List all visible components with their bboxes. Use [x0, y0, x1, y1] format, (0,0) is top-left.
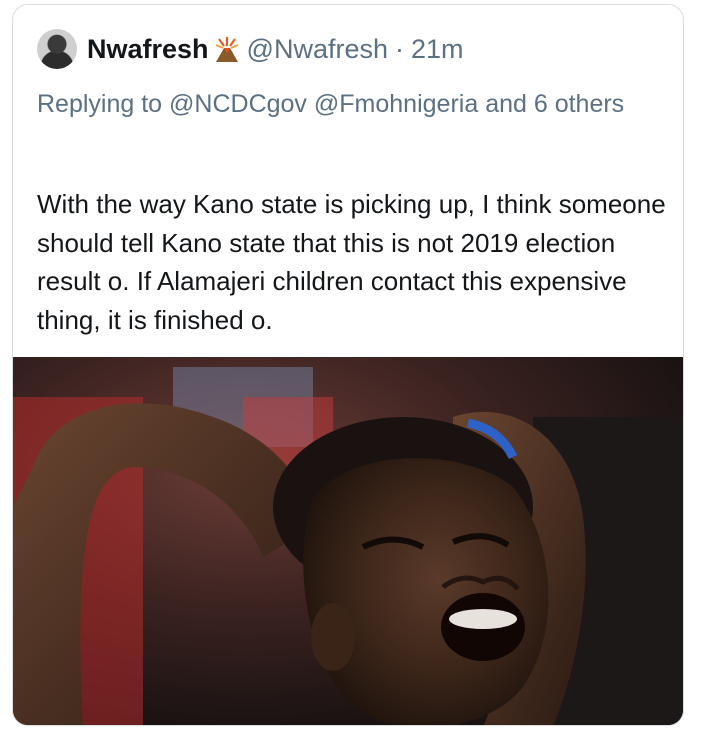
- separator-dot: ·: [395, 34, 404, 64]
- reply-mention-ncdcgov[interactable]: @NCDCgov: [169, 90, 307, 118]
- tweet-card[interactable]: Nwafresh @Nwafresh · 21m Replying to @NC…: [12, 4, 684, 726]
- tweet-header: Nwafresh @Nwafresh · 21m: [37, 27, 464, 71]
- reply-others-link[interactable]: and 6 others: [485, 90, 624, 118]
- handle[interactable]: @Nwafresh: [247, 33, 388, 65]
- reply-mention-fmohnigeria[interactable]: @Fmohnigeria: [314, 90, 478, 118]
- tweet-text: With the way Kano state is picking up, I…: [37, 189, 666, 335]
- tweet-photo[interactable]: [13, 357, 683, 725]
- timestamp[interactable]: 21m: [411, 33, 464, 65]
- replying-to-line: Replying to @NCDCgov @Fmohnigeria and 6 …: [37, 85, 637, 123]
- avatar[interactable]: [37, 29, 77, 69]
- replying-to-prefix: Replying to: [37, 90, 163, 118]
- volcano-icon: [213, 35, 241, 63]
- name-row: Nwafresh @Nwafresh · 21m: [87, 33, 464, 65]
- display-name[interactable]: Nwafresh: [87, 33, 209, 65]
